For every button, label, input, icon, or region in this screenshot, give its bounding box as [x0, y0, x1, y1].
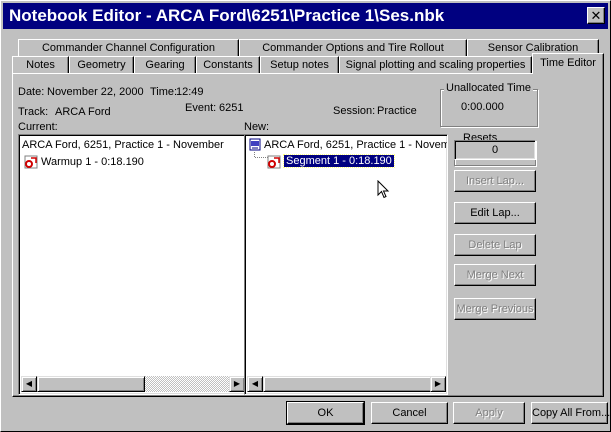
date-label: Date: [18, 86, 45, 98]
tab-gearing[interactable]: Gearing [134, 56, 196, 74]
new-root-item[interactable]: ARCA Ford, 6251, Practice 1 - Novem [264, 139, 447, 151]
new-hscrollbar[interactable]: ◀ ▶ [247, 376, 446, 392]
current-label: Current: [18, 121, 58, 133]
track-value: ARCA Ford [55, 106, 111, 118]
insert-lap-button[interactable]: Insert Lap... [454, 170, 536, 192]
merge-previous-button[interactable]: Merge Previous [454, 298, 536, 320]
edit-lap-button[interactable]: Edit Lap... [454, 202, 536, 224]
new-segment-item[interactable]: Segment 1 - 0:18.190 [283, 154, 395, 168]
scroll-left-icon[interactable]: ◀ [21, 376, 37, 392]
tab-commander-channel-configuration[interactable]: Commander Channel Configuration [18, 39, 239, 57]
copy-all-from-button[interactable]: Copy All From... [531, 402, 610, 424]
window-title: Notebook Editor - ARCA Ford\6251\Practic… [9, 6, 445, 25]
lap-icon [24, 155, 38, 169]
cancel-button[interactable]: Cancel [371, 402, 448, 424]
apply-button[interactable]: Apply [453, 402, 525, 424]
close-icon[interactable]: ✕ [587, 7, 605, 24]
notebook-editor-window: Notebook Editor - ARCA Ford\6251\Practic… [0, 0, 611, 432]
new-tree[interactable]: ARCA Ford, 6251, Practice 1 - Novem Segm… [244, 134, 448, 395]
tree-connector-icon [254, 152, 268, 158]
time-editor-panel: Date: November 22, 2000 Time: 12:49 Trac… [12, 73, 604, 397]
unallocated-time-title: Unallocated Time [444, 82, 533, 94]
title-bar: Notebook Editor - ARCA Ford\6251\Practic… [3, 3, 608, 29]
current-root-item[interactable]: ARCA Ford, 6251, Practice 1 - November [22, 139, 224, 151]
tab-notes[interactable]: Notes [12, 56, 69, 74]
session-value: Practice [377, 105, 417, 117]
time-value: 12:49 [176, 86, 204, 98]
tab-time-editor[interactable]: Time Editor [532, 53, 604, 74]
current-warmup-item[interactable]: Warmup 1 - 0:18.190 [41, 156, 144, 168]
ok-button[interactable]: OK [286, 401, 365, 425]
resets-value: 0 [454, 140, 536, 160]
session-label: Session: [333, 105, 376, 117]
mouse-pointer-icon [377, 180, 390, 199]
scroll-thumb[interactable] [263, 376, 439, 392]
merge-next-button[interactable]: Merge Next [454, 264, 536, 286]
delete-lap-button[interactable]: Delete Lap [454, 234, 536, 256]
tab-geometry[interactable]: Geometry [69, 56, 134, 74]
notebook-icon [249, 138, 261, 151]
current-tree[interactable]: ARCA Ford, 6251, Practice 1 - November W… [18, 134, 247, 395]
scroll-right-icon[interactable]: ▶ [229, 376, 245, 392]
scroll-left-icon[interactable]: ◀ [247, 376, 263, 392]
scroll-thumb[interactable] [37, 376, 145, 392]
event-label: Event: [185, 102, 217, 114]
lap-icon [267, 155, 281, 169]
tab-constants[interactable]: Constants [196, 56, 260, 74]
tab-signal-plotting[interactable]: Signal plotting and scaling properties [339, 56, 532, 74]
tab-commander-options[interactable]: Commander Options and Tire Rollout [239, 39, 467, 57]
track-label: Track: [18, 106, 49, 118]
time-label: Time: [150, 86, 178, 98]
event-value: 6251 [219, 102, 244, 114]
current-hscrollbar[interactable]: ◀ ▶ [21, 376, 245, 392]
new-label: New: [244, 121, 270, 133]
date-value: November 22, 2000 [47, 86, 144, 98]
tab-setup-notes[interactable]: Setup notes [260, 56, 339, 74]
unallocated-time-value: 0:00.000 [461, 101, 504, 113]
scroll-right-icon[interactable]: ▶ [430, 376, 446, 392]
